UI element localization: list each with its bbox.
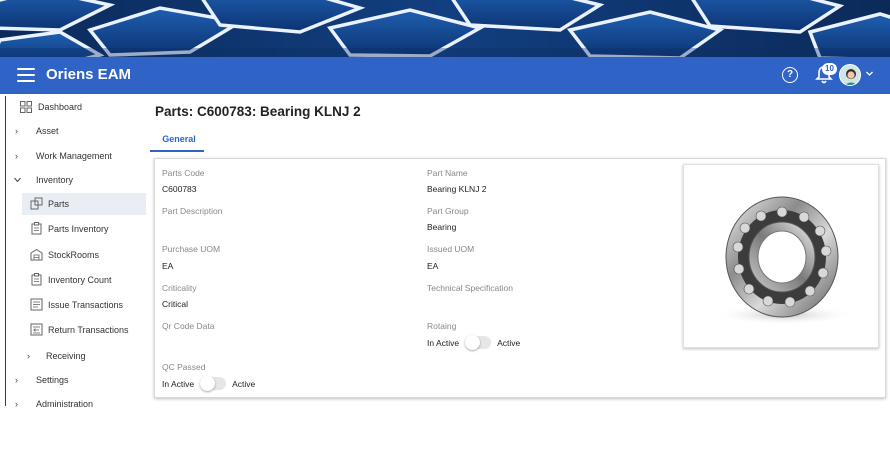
app-title: Oriens EAM: [46, 66, 132, 83]
part-group-value: Bearing: [427, 222, 457, 232]
sidebar-item-inventory-count[interactable]: Inventory Count: [0, 269, 150, 291]
sidebar-item-asset[interactable]: › Asset: [0, 120, 150, 142]
sidebar: Dashboard › Asset › Work Management Inve…: [0, 94, 150, 414]
sidebar-item-label: Asset: [36, 126, 59, 136]
part-name-value: Bearing KLNJ 2: [427, 184, 487, 194]
app-bar: Oriens EAM ? 10: [0, 57, 890, 94]
parts-code-label: Parts Code: [162, 168, 205, 178]
sidebar-item-dashboard[interactable]: Dashboard: [0, 96, 150, 118]
dashboard-icon: [20, 101, 32, 113]
sidebar-item-label: Parts: [48, 199, 70, 209]
chevron-right-icon: ›: [15, 375, 18, 385]
avatar[interactable]: [839, 64, 861, 86]
rotating-toggle[interactable]: [465, 335, 492, 350]
qr-code-data-label: Qr Code Data: [162, 321, 215, 331]
hamburger-menu-icon[interactable]: [17, 68, 35, 82]
chevron-down-icon[interactable]: [866, 70, 873, 77]
rotating-toggle-row: In Active Active: [427, 335, 521, 350]
clipboard-icon: [31, 273, 42, 286]
qc-passed-label: QC Passed: [162, 362, 206, 372]
rotating-on-label: Active: [497, 337, 521, 348]
qc-passed-off-label: In Active: [162, 378, 195, 389]
sidebar-item-work-management[interactable]: › Work Management: [0, 145, 150, 167]
sidebar-item-return-transactions[interactable]: Return Transactions: [0, 319, 150, 341]
parts-icon: [30, 197, 43, 210]
sidebar-item-label: Settings: [36, 375, 69, 385]
sidebar-item-label: StockRooms: [48, 250, 100, 260]
sidebar-item-receiving[interactable]: › Receiving: [0, 345, 150, 367]
sidebar-item-label: Parts Inventory: [48, 224, 109, 234]
sidebar-item-label: Issue Transactions: [48, 300, 124, 310]
toggle-knob: [200, 376, 216, 391]
return-transaction-icon: [30, 323, 43, 336]
sidebar-item-inventory[interactable]: Inventory: [0, 169, 150, 191]
user-avatar-icon: [840, 65, 860, 85]
qc-passed-on-label: Active: [232, 378, 256, 389]
sidebar-item-label: Work Management: [36, 151, 112, 161]
header-banner: [0, 0, 890, 57]
bearing-image: [714, 196, 854, 325]
issued-uom-label: Issued UOM: [427, 244, 475, 254]
notification-badge: 10: [822, 63, 837, 75]
help-icon[interactable]: ?: [782, 67, 798, 83]
part-group-label: Part Group: [427, 206, 469, 216]
part-image-frame: [683, 164, 879, 348]
criticality-label: Criticality: [162, 283, 197, 293]
page-title: Parts: C600783: Bearing KLNJ 2: [155, 104, 361, 119]
toggle-knob: [465, 335, 481, 350]
technical-specification-label: Technical Specification: [427, 283, 513, 293]
sidebar-item-label: Dashboard: [38, 102, 83, 112]
chevron-right-icon: ›: [27, 351, 30, 361]
chevron-right-icon: ›: [15, 126, 18, 136]
sidebar-item-label: Inventory: [36, 175, 74, 185]
clipboard-icon: [31, 222, 42, 235]
hexagon-banner-graphic: [0, 0, 890, 57]
rotating-label: Rotaing: [427, 321, 457, 331]
sidebar-item-settings[interactable]: › Settings: [0, 369, 150, 391]
qc-passed-toggle-row: In Active Active: [162, 376, 256, 391]
purchase-uom-value: EA: [162, 261, 174, 271]
chevron-down-icon: [14, 177, 21, 183]
part-description-label: Part Description: [162, 206, 223, 216]
criticality-value: Critical: [162, 299, 188, 309]
chevron-right-icon: ›: [15, 399, 18, 409]
transaction-list-icon: [30, 298, 43, 311]
part-name-label: Part Name: [427, 168, 468, 178]
sidebar-item-label: Administration: [36, 399, 94, 409]
sidebar-item-label: Inventory Count: [48, 275, 112, 285]
issued-uom-value: EA: [427, 261, 439, 271]
rotating-off-label: In Active: [427, 337, 460, 348]
sidebar-item-parts-inventory[interactable]: Parts Inventory: [0, 218, 150, 240]
sidebar-item-label: Return Transactions: [48, 325, 129, 335]
tab-underline: [150, 150, 204, 152]
warehouse-icon: [30, 248, 43, 261]
sidebar-item-issue-transactions[interactable]: Issue Transactions: [0, 294, 150, 316]
parts-code-value: C600783: [162, 184, 197, 194]
qc-passed-toggle[interactable]: [200, 376, 227, 391]
purchase-uom-label: Purchase UOM: [162, 244, 221, 254]
sidebar-item-stockrooms[interactable]: StockRooms: [0, 244, 150, 266]
chevron-right-icon: ›: [15, 151, 18, 161]
sidebar-item-administration[interactable]: › Administration: [0, 393, 150, 415]
sidebar-item-parts[interactable]: Parts: [22, 193, 146, 215]
sidebar-item-label: Receiving: [46, 351, 86, 361]
